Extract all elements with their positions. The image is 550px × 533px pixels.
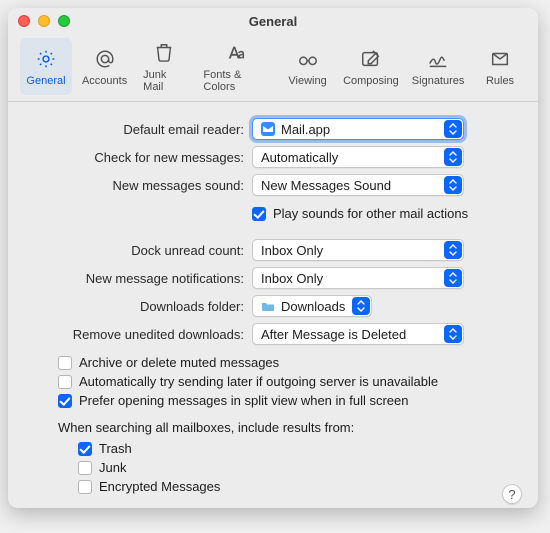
chevron-updown-icon <box>444 269 462 287</box>
minimize-window-button[interactable] <box>38 15 50 27</box>
label-remove-downloads: Remove unedited downloads: <box>32 327 252 342</box>
auto-retry-row[interactable]: Automatically try sending later if outgo… <box>58 374 514 389</box>
compose-icon <box>359 48 383 73</box>
tab-label: Signatures <box>412 75 465 87</box>
default-reader-popup[interactable]: Mail.app <box>252 118 464 140</box>
help-icon: ? <box>508 487 515 502</box>
window-title: General <box>8 14 538 29</box>
play-sounds-checkbox[interactable] <box>252 207 266 221</box>
tab-accounts[interactable]: Accounts <box>78 38 131 95</box>
checkbox-label: Junk <box>99 460 126 475</box>
glasses-icon <box>296 48 320 73</box>
gear-icon <box>34 48 58 73</box>
tab-label: Viewing <box>288 75 326 87</box>
preferences-toolbar: General Accounts Junk Mail Fonts & Color… <box>8 34 538 102</box>
auto-retry-checkbox[interactable] <box>58 375 72 389</box>
label-notifications: New message notifications: <box>32 271 252 286</box>
archive-muted-checkbox[interactable] <box>58 356 72 370</box>
zoom-window-button[interactable] <box>58 15 70 27</box>
popup-value: Inbox Only <box>261 243 323 258</box>
remove-downloads-popup[interactable]: After Message is Deleted <box>252 323 464 345</box>
search-section-header: When searching all mailboxes, include re… <box>58 420 514 435</box>
tab-signatures[interactable]: Signatures <box>408 38 468 95</box>
rules-icon <box>488 48 512 73</box>
popup-value: Downloads <box>281 299 345 314</box>
label-new-sound: New messages sound: <box>32 178 252 193</box>
at-icon <box>93 48 117 73</box>
chevron-updown-icon <box>444 148 462 166</box>
tab-label: Composing <box>343 75 399 87</box>
tab-rules[interactable]: Rules <box>474 38 526 95</box>
popup-value: New Messages Sound <box>261 178 391 193</box>
tab-general[interactable]: General <box>20 38 72 95</box>
popup-value: Inbox Only <box>261 271 323 286</box>
folder-icon <box>261 299 275 313</box>
checkbox-label: Automatically try sending later if outgo… <box>79 374 438 389</box>
checkbox-label: Trash <box>99 441 132 456</box>
popup-value: Automatically <box>261 150 338 165</box>
chevron-updown-icon <box>444 325 462 343</box>
search-junk-checkbox[interactable] <box>78 461 92 475</box>
checkbox-label: Prefer opening messages in split view wh… <box>79 393 409 408</box>
archive-muted-row[interactable]: Archive or delete muted messages <box>58 355 514 370</box>
checkbox-label: Encrypted Messages <box>99 479 220 494</box>
search-junk-row[interactable]: Junk <box>78 460 514 475</box>
chevron-updown-icon <box>444 120 462 138</box>
label-dock-unread: Dock unread count: <box>32 243 252 258</box>
tab-label: Rules <box>486 75 514 87</box>
tab-viewing[interactable]: Viewing <box>282 38 334 95</box>
window-controls <box>18 15 70 27</box>
check-messages-popup[interactable]: Automatically <box>252 146 464 168</box>
tab-label: General <box>26 75 65 87</box>
split-view-row[interactable]: Prefer opening messages in split view wh… <box>58 393 514 408</box>
downloads-folder-popup[interactable]: Downloads <box>252 295 372 317</box>
chevron-updown-icon <box>444 176 462 194</box>
general-pane: Default email reader: Mail.app Check for… <box>8 102 538 508</box>
checkbox-label: Archive or delete muted messages <box>79 355 279 370</box>
popup-value: Mail.app <box>281 122 330 137</box>
tab-label: Accounts <box>82 75 127 87</box>
label-default-reader: Default email reader: <box>32 122 252 137</box>
tab-junk-mail[interactable]: Junk Mail <box>137 38 191 95</box>
chevron-updown-icon <box>444 241 462 259</box>
tab-label: Fonts & Colors <box>203 69 269 93</box>
checkbox-label: Play sounds for other mail actions <box>273 206 468 221</box>
play-sounds-row[interactable]: Play sounds for other mail actions <box>252 206 468 221</box>
signature-icon <box>426 48 450 73</box>
popup-value: After Message is Deleted <box>261 327 406 342</box>
preferences-window: General General Accounts Junk Mail Fonts… <box>8 8 538 508</box>
new-sound-popup[interactable]: New Messages Sound <box>252 174 464 196</box>
search-encrypted-row[interactable]: Encrypted Messages <box>78 479 514 494</box>
help-button[interactable]: ? <box>502 484 522 504</box>
split-view-checkbox[interactable] <box>58 394 72 408</box>
titlebar: General <box>8 8 538 34</box>
search-encrypted-checkbox[interactable] <box>78 480 92 494</box>
notifications-popup[interactable]: Inbox Only <box>252 267 464 289</box>
label-downloads-folder: Downloads folder: <box>32 299 252 314</box>
label-check-messages: Check for new messages: <box>32 150 252 165</box>
close-window-button[interactable] <box>18 15 30 27</box>
trash-icon <box>152 42 176 67</box>
tab-label: Junk Mail <box>143 69 185 93</box>
search-trash-row[interactable]: Trash <box>78 441 514 456</box>
search-trash-checkbox[interactable] <box>78 442 92 456</box>
tab-composing[interactable]: Composing <box>340 38 403 95</box>
tab-fonts-colors[interactable]: Fonts & Colors <box>197 38 275 95</box>
font-icon <box>225 42 249 67</box>
dock-unread-popup[interactable]: Inbox Only <box>252 239 464 261</box>
chevron-updown-icon <box>352 297 370 315</box>
mail-app-icon <box>261 122 275 136</box>
